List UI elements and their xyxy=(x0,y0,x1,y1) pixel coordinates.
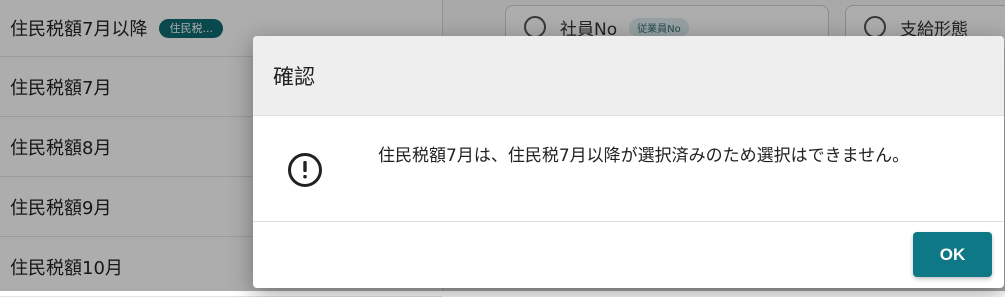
alert-circle-icon xyxy=(287,152,323,188)
dialog-header: 確認 xyxy=(253,36,1004,116)
ok-button[interactable]: OK xyxy=(913,232,992,277)
dialog-message: 住民税額7月は、住民税7月以降が選択済みのため選択はできません。 xyxy=(378,146,910,166)
dialog-body: 住民税額7月は、住民税7月以降が選択済みのため選択はできません。 xyxy=(253,116,1004,222)
confirm-dialog: 確認 住民税額7月は、住民税7月以降が選択済みのため選択はできません。 OK xyxy=(253,36,1004,288)
dialog-footer: OK xyxy=(253,222,1004,288)
dialog-title: 確認 xyxy=(273,64,315,89)
